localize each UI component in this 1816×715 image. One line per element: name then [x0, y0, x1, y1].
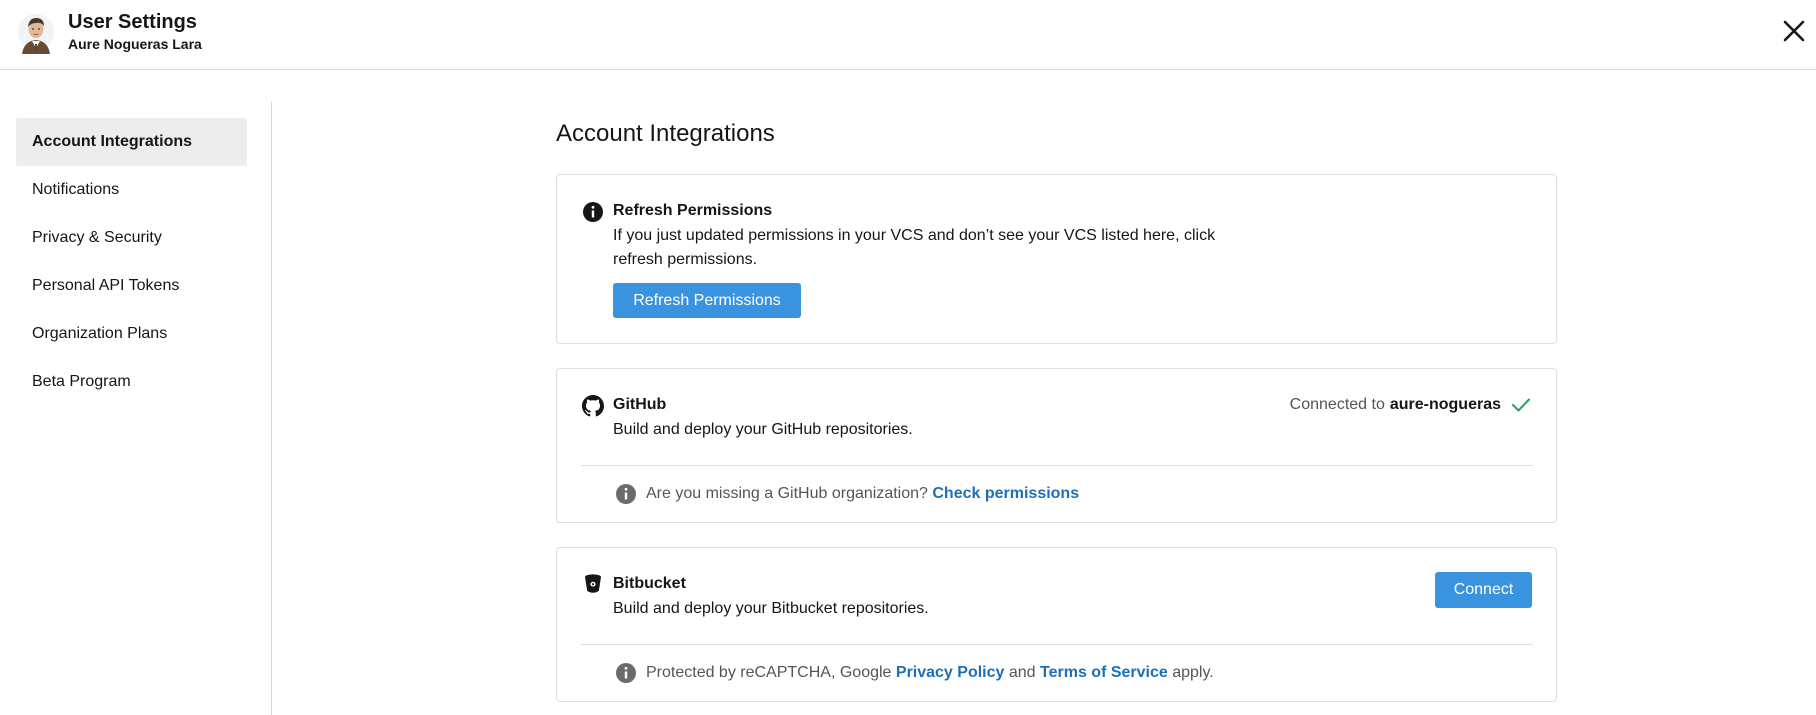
github-org-note: Are you missing a GitHub organization? C…: [646, 485, 1079, 503]
header: User Settings Aure Nogueras Lara: [0, 0, 1816, 70]
info-icon: [583, 202, 603, 222]
sidebar-item-account-integrations[interactable]: Account Integrations: [16, 118, 247, 166]
terms-of-service-link[interactable]: Terms of Service: [1040, 664, 1168, 681]
bitbucket-icon: [585, 574, 601, 593]
sidebar-divider: [271, 102, 272, 715]
sidebar-item-privacy-security[interactable]: Privacy & Security: [16, 214, 247, 262]
refresh-permissions-button[interactable]: Refresh Permissions: [613, 283, 801, 318]
refresh-permissions-card: Refresh Permissions If you just updated …: [556, 174, 1557, 344]
refresh-description-line2: refresh permissions.: [613, 251, 758, 268]
section-title: Account Integrations: [556, 120, 775, 147]
info-icon: [616, 663, 636, 683]
close-icon[interactable]: [1782, 19, 1806, 43]
avatar: [18, 14, 54, 54]
sidebar-item-notifications[interactable]: Notifications: [16, 166, 247, 214]
refresh-description-line1: If you just updated permissions in your …: [613, 227, 1216, 244]
bitbucket-card: Bitbucket Build and deploy your Bitbucke…: [556, 547, 1557, 702]
connected-prefix: Connected to: [1289, 396, 1385, 413]
github-title: GitHub: [613, 396, 667, 413]
bitbucket-title: Bitbucket: [613, 575, 686, 592]
bitbucket-connect-button[interactable]: Connect: [1435, 572, 1532, 608]
github-note-text: Are you missing a GitHub organization?: [646, 485, 928, 502]
recaptcha-and: and: [1008, 664, 1036, 681]
info-icon: [616, 484, 636, 504]
recaptcha-suffix: apply.: [1172, 664, 1214, 681]
bitbucket-description: Build and deploy your Bitbucket reposito…: [613, 600, 929, 617]
check-icon: [1512, 398, 1530, 412]
connected-user: aure-nogueras: [1389, 396, 1501, 413]
bitbucket-divider: [581, 644, 1533, 645]
github-connection-status: Connected to aure-nogueras: [1290, 396, 1531, 414]
github-divider: [581, 465, 1533, 466]
github-description: Build and deploy your GitHub repositorie…: [613, 421, 913, 438]
page-header-title: User Settings: [68, 11, 197, 33]
refresh-title: Refresh Permissions: [613, 202, 773, 219]
github-card: GitHub Build and deploy your GitHub repo…: [556, 368, 1557, 523]
check-permissions-link[interactable]: Check permissions: [932, 485, 1079, 502]
user-name: Aure Nogueras Lara: [68, 36, 202, 52]
sidebar-item-organization-plans[interactable]: Organization Plans: [16, 310, 247, 358]
privacy-policy-link[interactable]: Privacy Policy: [896, 664, 1005, 681]
settings-sidebar: Account Integrations Notifications Priva…: [16, 118, 247, 406]
recaptcha-prefix: Protected by reCAPTCHA, Google: [646, 664, 892, 681]
sidebar-item-personal-api-tokens[interactable]: Personal API Tokens: [16, 262, 247, 310]
github-icon: [582, 395, 604, 417]
sidebar-item-beta-program[interactable]: Beta Program: [16, 358, 247, 406]
recaptcha-note: Protected by reCAPTCHA, Google Privacy P…: [646, 664, 1214, 682]
